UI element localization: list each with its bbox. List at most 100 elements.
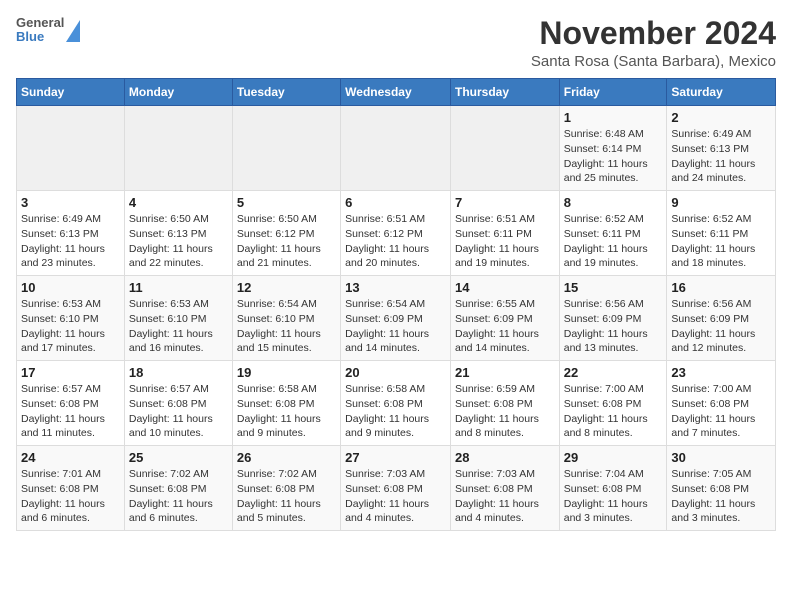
day-info: Sunrise: 7:00 AM Sunset: 6:08 PM Dayligh… [564,382,663,441]
calendar-week-row: 17 Sunrise: 6:57 AM Sunset: 6:08 PM Dayli… [17,361,776,446]
calendar-day-cell: 6Sunrise: 6:51 AM Sunset: 6:12 PM Daylig… [341,191,451,276]
day-info: Sunrise: 6:50 AM Sunset: 6:12 PM Dayligh… [237,212,336,271]
day-info: Sunrise: 7:04 AM Sunset: 6:08 PM Dayligh… [564,467,663,526]
day-number: 23 [671,365,771,380]
day-info: Sunrise: 6:56 AM Sunset: 6:09 PM Dayligh… [564,297,663,356]
day-info: Sunrise: 6:57 AM Sunset: 6:08 PM Dayligh… [21,382,120,441]
calendar-day-cell: 2 Sunrise: 6:49 AM Sunset: 6:13 PM Daylig… [667,106,776,191]
day-number: 4 [129,195,228,210]
calendar-day-cell: 26 Sunrise: 7:02 AM Sunset: 6:08 PM Dayli… [232,446,340,531]
weekday-header-friday: Friday [559,79,667,106]
day-number: 11 [129,280,228,295]
day-info: Sunrise: 7:03 AM Sunset: 6:08 PM Dayligh… [345,467,446,526]
day-info: Sunrise: 7:02 AM Sunset: 6:08 PM Dayligh… [129,467,228,526]
day-info: Sunrise: 6:57 AM Sunset: 6:08 PM Dayligh… [129,382,228,441]
day-info: Sunrise: 7:02 AM Sunset: 6:08 PM Dayligh… [237,467,336,526]
calendar-day-cell: 5 Sunrise: 6:50 AM Sunset: 6:12 PM Daylig… [232,191,340,276]
calendar-day-cell: 25 Sunrise: 7:02 AM Sunset: 6:08 PM Dayli… [124,446,232,531]
day-info: Sunrise: 6:52 AM Sunset: 6:11 PM Dayligh… [564,212,663,271]
calendar-day-cell [124,106,232,191]
day-number: 2 [671,110,771,125]
day-info: Sunrise: 7:01 AM Sunset: 6:08 PM Dayligh… [21,467,120,526]
calendar-day-cell: 27 Sunrise: 7:03 AM Sunset: 6:08 PM Dayli… [341,446,451,531]
day-number: 29 [564,450,663,465]
day-number: 18 [129,365,228,380]
day-info: Sunrise: 6:51 AM Sunset: 6:11 PM Dayligh… [455,212,555,271]
day-number: 8 [564,195,663,210]
day-number: 21 [455,365,555,380]
weekday-header-saturday: Saturday [667,79,776,106]
day-number: 22 [564,365,663,380]
day-number: 25 [129,450,228,465]
logo-text: General Blue [16,16,64,45]
weekday-header-thursday: Thursday [450,79,559,106]
day-number: 1 [564,110,663,125]
day-number: 26 [237,450,336,465]
day-number: 17 [21,365,120,380]
calendar-week-row: 24 Sunrise: 7:01 AM Sunset: 6:08 PM Dayli… [17,446,776,531]
calendar-day-cell: 9Sunrise: 6:52 AM Sunset: 6:11 PM Daylig… [667,191,776,276]
day-info: Sunrise: 7:00 AM Sunset: 6:08 PM Dayligh… [671,382,771,441]
day-info: Sunrise: 6:53 AM Sunset: 6:10 PM Dayligh… [21,297,120,356]
day-info: Sunrise: 6:53 AM Sunset: 6:10 PM Dayligh… [129,297,228,356]
calendar-day-cell: 30Sunrise: 7:05 AM Sunset: 6:08 PM Dayli… [667,446,776,531]
calendar-day-cell: 22 Sunrise: 7:00 AM Sunset: 6:08 PM Dayli… [559,361,667,446]
calendar-day-cell: 18 Sunrise: 6:57 AM Sunset: 6:08 PM Dayli… [124,361,232,446]
day-number: 19 [237,365,336,380]
calendar-day-cell: 28 Sunrise: 7:03 AM Sunset: 6:08 PM Dayli… [450,446,559,531]
day-info: Sunrise: 6:58 AM Sunset: 6:08 PM Dayligh… [237,382,336,441]
calendar-day-cell: 12 Sunrise: 6:54 AM Sunset: 6:10 PM Dayli… [232,276,340,361]
calendar-day-cell: 8 Sunrise: 6:52 AM Sunset: 6:11 PM Daylig… [559,191,667,276]
day-info: Sunrise: 7:03 AM Sunset: 6:08 PM Dayligh… [455,467,555,526]
day-info: Sunrise: 6:49 AM Sunset: 6:13 PM Dayligh… [21,212,120,271]
calendar-day-cell: 24 Sunrise: 7:01 AM Sunset: 6:08 PM Dayli… [17,446,125,531]
calendar-day-cell: 4 Sunrise: 6:50 AM Sunset: 6:13 PM Daylig… [124,191,232,276]
calendar-day-cell: 29 Sunrise: 7:04 AM Sunset: 6:08 PM Dayli… [559,446,667,531]
day-info: Sunrise: 6:56 AM Sunset: 6:09 PM Dayligh… [671,297,771,356]
day-number: 27 [345,450,446,465]
calendar-day-cell [17,106,125,191]
day-number: 6 [345,195,446,210]
logo: General Blue [16,16,80,45]
weekday-header-sunday: Sunday [17,79,125,106]
calendar-day-cell [341,106,451,191]
calendar-day-cell: 15 Sunrise: 6:56 AM Sunset: 6:09 PM Dayli… [559,276,667,361]
calendar-day-cell: 1 Sunrise: 6:48 AM Sunset: 6:14 PM Daylig… [559,106,667,191]
calendar-table: SundayMondayTuesdayWednesdayThursdayFrid… [16,78,776,531]
day-info: Sunrise: 6:48 AM Sunset: 6:14 PM Dayligh… [564,127,663,186]
page-header: General Blue November 2024 Santa Rosa (S… [16,16,776,70]
day-number: 5 [237,195,336,210]
day-number: 28 [455,450,555,465]
calendar-day-cell: 13 Sunrise: 6:54 AM Sunset: 6:09 PM Dayli… [341,276,451,361]
day-info: Sunrise: 7:05 AM Sunset: 6:08 PM Dayligh… [671,467,771,526]
calendar-day-cell [232,106,340,191]
day-info: Sunrise: 6:54 AM Sunset: 6:09 PM Dayligh… [345,297,446,356]
calendar-day-cell: 16 Sunrise: 6:56 AM Sunset: 6:09 PM Dayli… [667,276,776,361]
day-info: Sunrise: 6:50 AM Sunset: 6:13 PM Dayligh… [129,212,228,271]
day-number: 13 [345,280,446,295]
calendar-day-cell [450,106,559,191]
day-number: 16 [671,280,771,295]
calendar-day-cell: 20Sunrise: 6:58 AM Sunset: 6:08 PM Dayli… [341,361,451,446]
day-info: Sunrise: 6:59 AM Sunset: 6:08 PM Dayligh… [455,382,555,441]
day-info: Sunrise: 6:49 AM Sunset: 6:13 PM Dayligh… [671,127,771,186]
day-number: 7 [455,195,555,210]
calendar-day-cell: 23 Sunrise: 7:00 AM Sunset: 6:08 PM Dayli… [667,361,776,446]
location-title: Santa Rosa (Santa Barbara), Mexico [531,53,776,70]
weekday-header-wednesday: Wednesday [341,79,451,106]
weekday-header-monday: Monday [124,79,232,106]
calendar-day-cell: 14Sunrise: 6:55 AM Sunset: 6:09 PM Dayli… [450,276,559,361]
day-info: Sunrise: 6:54 AM Sunset: 6:10 PM Dayligh… [237,297,336,356]
day-number: 24 [21,450,120,465]
calendar-day-cell: 21 Sunrise: 6:59 AM Sunset: 6:08 PM Dayli… [450,361,559,446]
day-number: 12 [237,280,336,295]
calendar-week-row: 10Sunrise: 6:53 AM Sunset: 6:10 PM Dayli… [17,276,776,361]
logo-icon [66,20,80,42]
calendar-day-cell: 19 Sunrise: 6:58 AM Sunset: 6:08 PM Dayli… [232,361,340,446]
calendar-day-cell: 3 Sunrise: 6:49 AM Sunset: 6:13 PM Daylig… [17,191,125,276]
day-number: 3 [21,195,120,210]
weekday-header-tuesday: Tuesday [232,79,340,106]
day-number: 15 [564,280,663,295]
calendar-day-cell: 7 Sunrise: 6:51 AM Sunset: 6:11 PM Daylig… [450,191,559,276]
calendar-day-cell: 17 Sunrise: 6:57 AM Sunset: 6:08 PM Dayli… [17,361,125,446]
